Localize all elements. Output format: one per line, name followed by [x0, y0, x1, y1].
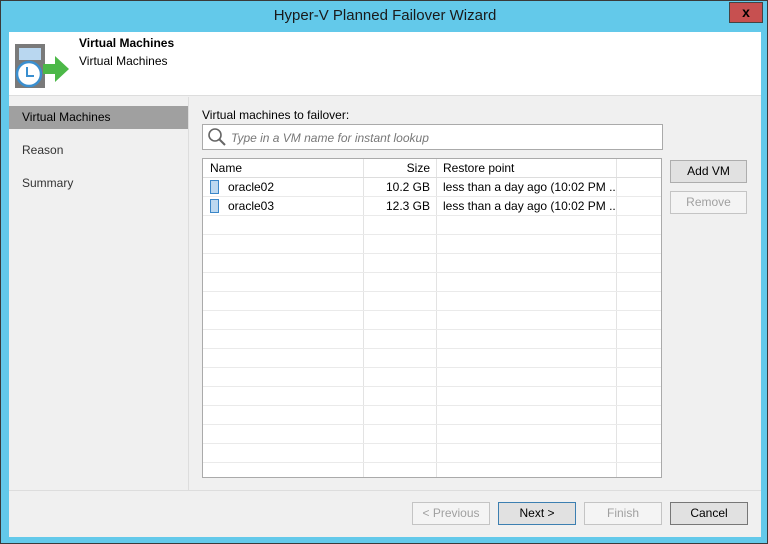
cancel-button[interactable]: Cancel — [670, 502, 748, 525]
empty-row — [203, 444, 661, 463]
sidebar-item-reason[interactable]: Reason — [9, 139, 188, 162]
step-sidebar: Virtual Machines Reason Summary — [9, 97, 189, 490]
empty-row — [203, 254, 661, 273]
sidebar-item-virtual-machines[interactable]: Virtual Machines — [9, 106, 188, 129]
wizard-window: Hyper-V Planned Failover Wizard x Virtua… — [0, 0, 768, 544]
sidebar-item-summary[interactable]: Summary — [9, 172, 188, 195]
vm-table: Name Size Restore point oracle02 10.2 GB… — [202, 158, 662, 478]
empty-row — [203, 387, 661, 406]
column-size[interactable]: Size — [364, 159, 437, 177]
empty-row — [203, 406, 661, 425]
previous-button[interactable]: < Previous — [412, 502, 490, 525]
empty-row — [203, 349, 661, 368]
step-title: Virtual Machines — [79, 36, 175, 50]
vm-size: 10.2 GB — [364, 178, 437, 196]
step-subtitle: Virtual Machines — [79, 54, 168, 68]
client-area: Virtual Machines Virtual Machines Virtua… — [9, 32, 761, 537]
empty-row — [203, 368, 661, 387]
empty-row — [203, 292, 661, 311]
next-button[interactable]: Next > — [498, 502, 576, 525]
vm-search-input[interactable]: Type in a VM name for instant lookup — [202, 124, 663, 150]
table-row[interactable]: oracle02 10.2 GB less than a day ago (10… — [203, 178, 661, 197]
vm-name: oracle03 — [228, 199, 275, 213]
wizard-header: Virtual Machines Virtual Machines — [9, 32, 761, 96]
empty-row — [203, 330, 661, 349]
empty-row — [203, 235, 661, 254]
vm-failover-icon — [15, 44, 69, 88]
empty-row — [203, 216, 661, 235]
search-icon — [208, 128, 226, 146]
vm-list-label: Virtual machines to failover: — [202, 108, 350, 122]
vm-name: oracle02 — [228, 180, 275, 194]
close-button[interactable]: x — [729, 2, 763, 23]
column-restore-point[interactable]: Restore point — [437, 159, 617, 177]
empty-row — [203, 273, 661, 292]
column-name[interactable]: Name — [203, 159, 364, 177]
finish-button[interactable]: Finish — [584, 502, 662, 525]
vm-icon — [210, 199, 219, 213]
remove-button[interactable]: Remove — [670, 191, 747, 214]
table-row[interactable]: oracle03 12.3 GB less than a day ago (10… — [203, 197, 661, 216]
footer-divider — [9, 490, 761, 491]
vm-restore-point: less than a day ago (10:02 PM ... — [437, 197, 617, 215]
search-placeholder: Type in a VM name for instant lookup — [231, 131, 429, 145]
table-header: Name Size Restore point — [203, 159, 661, 178]
window-title: Hyper-V Planned Failover Wizard — [273, 7, 497, 24]
empty-row — [203, 463, 661, 477]
vm-restore-point: less than a day ago (10:02 PM ... — [437, 178, 617, 196]
vm-size: 12.3 GB — [364, 197, 437, 215]
empty-row — [203, 311, 661, 330]
vm-icon — [210, 180, 219, 194]
add-vm-button[interactable]: Add VM — [670, 160, 747, 183]
empty-row — [203, 425, 661, 444]
